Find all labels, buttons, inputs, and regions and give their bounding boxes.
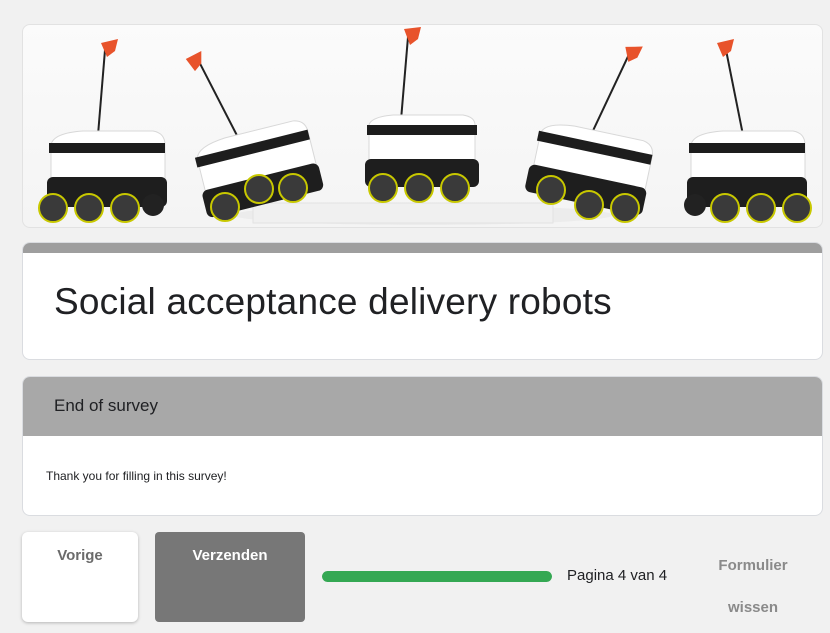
title-card-accent-bar: [23, 243, 822, 253]
robot-3: [365, 27, 479, 203]
form-title-card: Social acceptance delivery robots: [22, 242, 823, 360]
robot-5: [684, 39, 812, 223]
section-description: Thank you for filling in this survey!: [46, 469, 227, 483]
delivery-robots-illustration: [38, 27, 812, 225]
section-header: End of survey: [23, 377, 822, 436]
header-image: [22, 24, 823, 228]
robot-1: [38, 39, 167, 223]
section-title: End of survey: [54, 396, 158, 415]
progress-bar-fill: [322, 571, 552, 582]
section-card: End of survey Thank you for filling in t…: [22, 376, 823, 516]
clear-form-label-line2: wissen: [727, 599, 779, 616]
clear-form-button[interactable]: Formulier wissen: [700, 545, 806, 629]
back-button[interactable]: Vorige: [22, 532, 138, 622]
form-title: Social acceptance delivery robots: [54, 281, 612, 322]
clear-form-label-line1: Formulier: [718, 557, 788, 574]
progress-bar: [322, 571, 552, 582]
submit-button[interactable]: Verzenden: [155, 532, 305, 622]
page-indicator: Pagina 4 van 4: [567, 567, 668, 584]
